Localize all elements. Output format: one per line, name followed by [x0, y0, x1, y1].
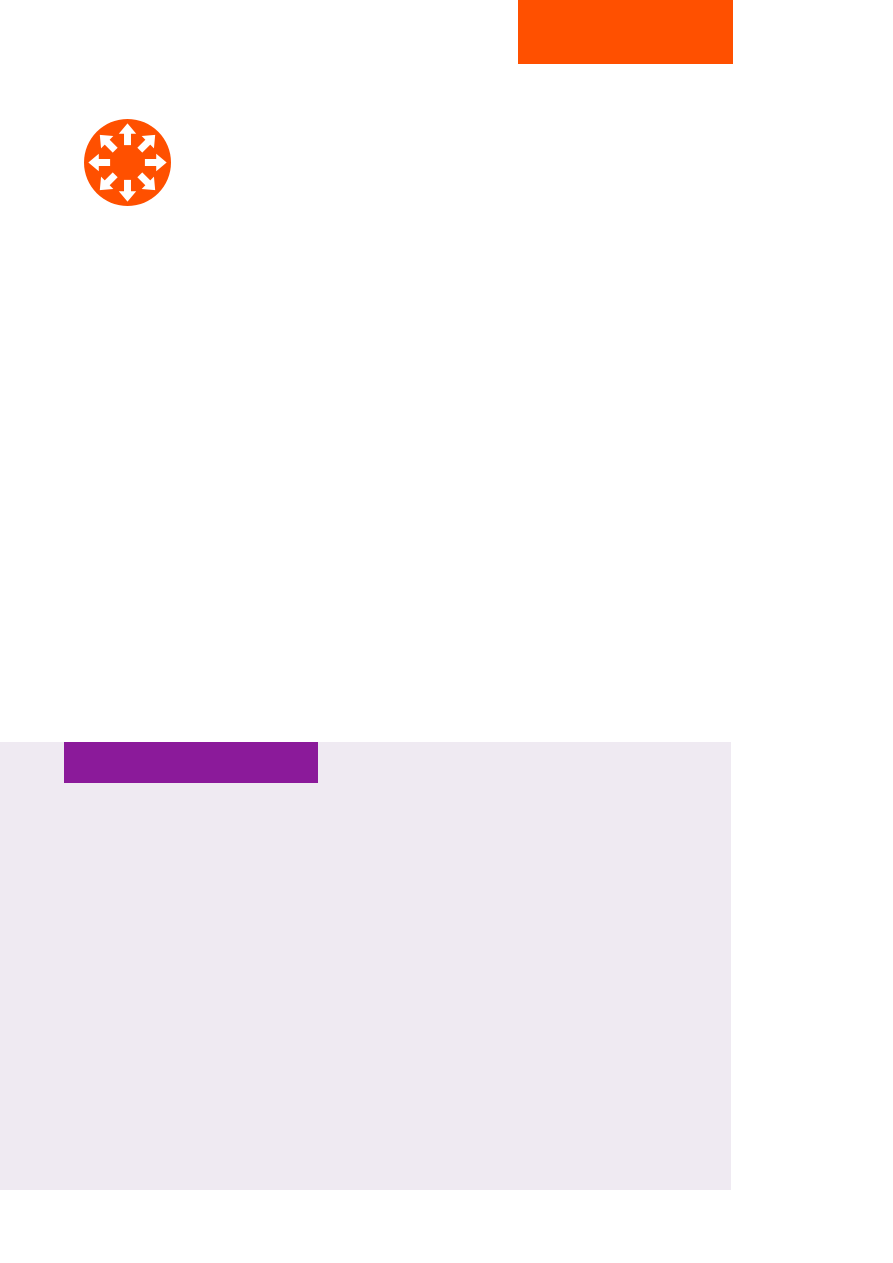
top-accent-tab	[518, 0, 733, 64]
emblem-center	[113, 148, 142, 177]
expand-arrows-circle-icon	[84, 119, 171, 206]
panel-header-tab	[64, 742, 318, 783]
emblem-graphic	[84, 119, 171, 206]
content-panel	[0, 742, 731, 1190]
